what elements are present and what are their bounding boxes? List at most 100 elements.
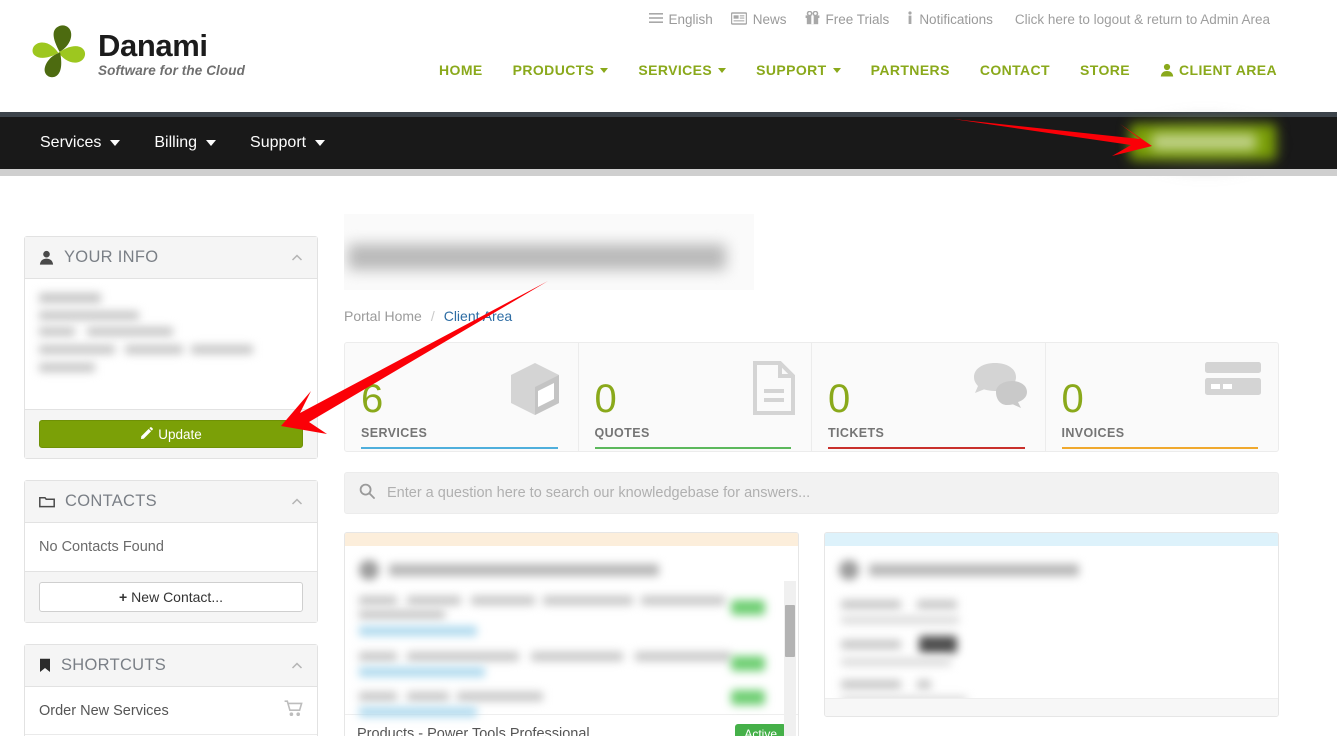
status-badge: Active <box>735 724 786 736</box>
utility-item-free-trials[interactable]: Free Trials <box>805 10 890 28</box>
utility-label: News <box>752 11 787 27</box>
chevron-down-icon <box>110 140 121 146</box>
plus-icon: + <box>118 589 128 605</box>
user-info-blurred-content <box>39 293 303 397</box>
update-button-label: Update <box>158 427 202 442</box>
stat-card-invoices[interactable]: 0 INVOICES <box>1046 343 1279 451</box>
brand-logo[interactable]: Danami Software for the Cloud <box>28 22 245 84</box>
stat-card-quotes[interactable]: 0 QUOTES <box>579 343 812 451</box>
panel-header-blurred <box>825 546 1278 592</box>
nav-item-support[interactable]: SUPPORT <box>756 62 841 78</box>
panel-contacts: CONTACTS No Contacts Found + New Contact.… <box>24 480 318 623</box>
chevron-down-icon <box>718 67 727 73</box>
breadcrumb-separator: / <box>430 308 435 324</box>
stat-card-tickets[interactable]: 0 TICKETS <box>812 343 1046 451</box>
chevron-up-icon[interactable] <box>291 252 303 264</box>
panel-contacts-header[interactable]: CONTACTS <box>25 481 317 523</box>
nav-action-button-label-blurred <box>1152 134 1256 150</box>
shortcut-order-new-services[interactable]: Order New Services <box>25 687 317 735</box>
nav-item-store[interactable]: STORE <box>1080 62 1130 78</box>
brand-tagline: Software for the Cloud <box>98 63 245 79</box>
nav-item-partners[interactable]: PARTNERS <box>871 62 950 78</box>
panel-title: SHORTCUTS <box>61 656 167 674</box>
panel-your-info-header[interactable]: YOUR INFO <box>25 237 317 279</box>
welcome-heading <box>344 214 754 290</box>
panel-your-info-footer: Update <box>25 409 317 458</box>
main-content: Portal Home / Client Area 6 SERVICES 0 Q… <box>344 214 1279 736</box>
nav-item-products[interactable]: PRODUCTS <box>513 62 609 78</box>
service-rows-blurred <box>345 592 798 717</box>
gift-icon <box>805 10 820 28</box>
utility-item-notifications[interactable]: Notifications <box>907 11 993 28</box>
stat-rule <box>361 447 558 449</box>
breadcrumb-portal-home[interactable]: Portal Home <box>344 308 422 324</box>
stat-label: TICKETS <box>828 426 885 440</box>
utility-label: English <box>668 11 713 27</box>
panel-accent-bar <box>825 533 1278 546</box>
chevron-down-icon <box>600 67 609 73</box>
nav-label: SERVICES <box>638 62 713 78</box>
utility-item-english[interactable]: English <box>648 11 713 27</box>
shopping-cart-icon <box>284 700 303 721</box>
client-nav-label: Support <box>250 134 307 151</box>
client-nav-billing[interactable]: Billing <box>154 134 217 152</box>
breadcrumb-client-area[interactable]: Client Area <box>444 308 512 324</box>
panel-accent-bar <box>345 533 798 546</box>
panel-footer <box>825 698 1278 716</box>
butterfly-logo-icon <box>32 25 86 78</box>
stat-label: INVOICES <box>1061 426 1125 440</box>
chevron-down-icon <box>315 140 326 146</box>
service-name: Products - Power Tools Professional <box>357 726 590 736</box>
chevron-up-icon[interactable] <box>291 496 303 508</box>
sidebar: YOUR INFO Update CONTACTS No Contacts Fo… <box>24 236 318 736</box>
panel-contacts-body: No Contacts Found <box>25 523 317 571</box>
breadcrumb: Portal Home / Client Area <box>344 308 1279 324</box>
brand-name: Danami <box>98 27 208 63</box>
stat-card-services[interactable]: 6 SERVICES <box>345 343 579 451</box>
utility-item-news[interactable]: News <box>730 11 787 28</box>
document-icon <box>753 361 795 420</box>
panel-scrollbar-thumb[interactable] <box>785 605 795 657</box>
search-input[interactable] <box>387 485 1264 501</box>
chevron-down-icon <box>206 140 217 146</box>
welcome-heading-blurred-text <box>348 244 726 270</box>
search-icon <box>359 483 375 504</box>
bottom-panels: Products - Power Tools Professional Acti… <box>344 532 1279 736</box>
utility-label: Free Trials <box>825 11 890 27</box>
client-nav-support[interactable]: Support <box>250 134 326 152</box>
new-contact-button[interactable]: + New Contact... <box>39 582 303 612</box>
knowledgebase-search[interactable] <box>344 472 1279 514</box>
update-button[interactable]: Update <box>39 420 303 448</box>
nav-label: SUPPORT <box>756 62 827 78</box>
panel-your-info: YOUR INFO Update <box>24 236 318 459</box>
contacts-empty-text: No Contacts Found <box>39 539 164 555</box>
service-row-visible[interactable]: Products - Power Tools Professional Acti… <box>345 714 798 736</box>
utility-label: Notifications <box>919 11 993 27</box>
chevron-down-icon <box>832 67 841 73</box>
nav-item-client-area[interactable]: CLIENT AREA <box>1160 62 1277 78</box>
stats-cards: 6 SERVICES 0 QUOTES 0 TICKETS 0 INVOICES <box>344 342 1279 452</box>
nav-item-home[interactable]: HOME <box>439 62 483 78</box>
client-area-page: English News Free Trials Notifications C… <box>0 0 1337 736</box>
panel-your-active-products-services: Products - Power Tools Professional Acti… <box>344 532 799 736</box>
stat-rule <box>594 447 791 449</box>
chevron-up-icon[interactable] <box>291 660 303 672</box>
admin-logout-link[interactable]: Click here to logout & return to Admin A… <box>1015 12 1270 27</box>
new-contact-button-label: New Contact... <box>131 589 223 605</box>
panel-shortcuts: SHORTCUTS Order New Services Logout <box>24 644 318 736</box>
nav-item-contact[interactable]: CONTACT <box>980 62 1050 78</box>
pencil-icon <box>140 422 154 449</box>
panel-header-blurred <box>345 546 798 592</box>
nav-label: HOME <box>439 62 483 78</box>
content-top-divider <box>0 169 1337 176</box>
nav-label: PRODUCTS <box>512 62 595 78</box>
credit-card-icon <box>1204 361 1262 408</box>
bookmark-icon <box>39 658 51 673</box>
stat-rule <box>828 447 1025 449</box>
nav-item-services[interactable]: SERVICES <box>638 62 727 78</box>
panel-title: CONTACTS <box>65 492 157 510</box>
client-nav-services[interactable]: Services <box>40 134 121 152</box>
panel-shortcuts-header[interactable]: SHORTCUTS <box>25 645 317 687</box>
chat-bubbles-icon <box>971 361 1029 416</box>
stat-rule <box>1061 447 1258 449</box>
